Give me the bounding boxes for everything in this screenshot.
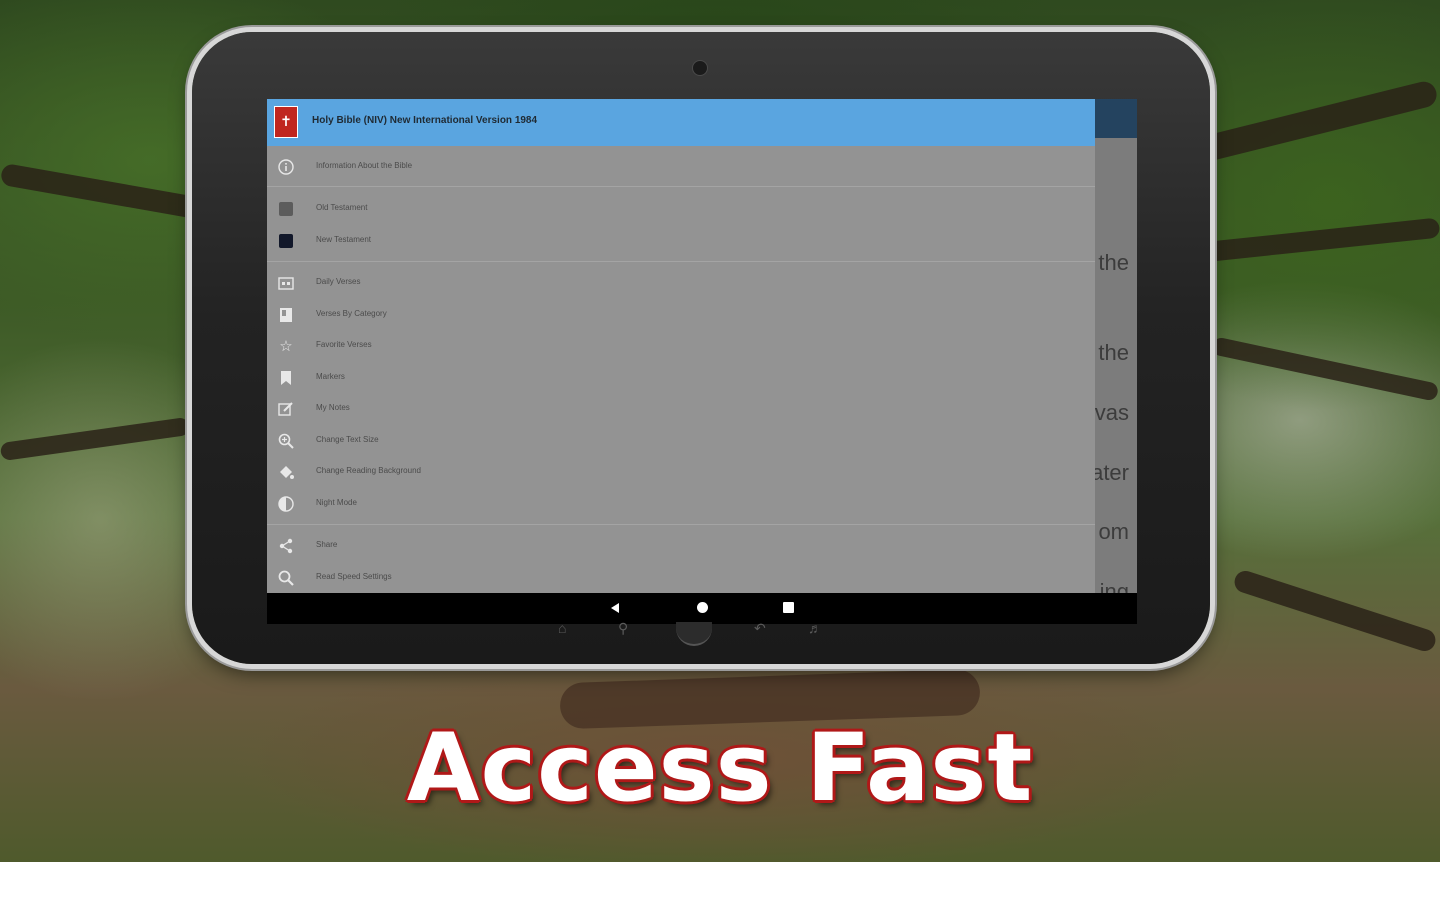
menu-divider xyxy=(267,524,1095,525)
share-icon xyxy=(277,537,295,555)
paint-icon xyxy=(277,463,295,481)
menu-item-label: Night Mode xyxy=(316,498,357,507)
menu-item-change-reading-background[interactable]: Change Reading Background xyxy=(267,458,1095,486)
menu-item-change-text-size[interactable]: Change Text Size xyxy=(267,427,1095,455)
menu-item-favorite-verses[interactable]: ☆ Favorite Verses xyxy=(267,332,1095,360)
menu-item-label: Information About the Bible xyxy=(316,161,413,170)
menu-item-label: Daily Verses xyxy=(316,277,361,286)
reader-text-fragment: ater xyxy=(1091,460,1129,485)
book-dark-icon xyxy=(277,232,295,250)
tree-branch xyxy=(0,162,201,220)
drawer-title: Holy Bible (NIV) New International Versi… xyxy=(312,115,538,126)
star-icon: ☆ xyxy=(279,338,293,355)
hardware-volume-icon: ♬ xyxy=(808,620,822,636)
menu-item-daily-verses[interactable]: Daily Verses xyxy=(267,269,1095,297)
menu-divider xyxy=(267,186,1095,187)
menu-item-label: Share xyxy=(316,540,338,549)
tree-branch xyxy=(1210,336,1440,402)
menu-item-label: Old Testament xyxy=(316,203,368,212)
info-icon xyxy=(277,158,295,176)
menu-item-label: New Testament xyxy=(316,235,371,244)
menu-item-my-notes[interactable]: My Notes xyxy=(267,395,1095,423)
reader-text-fragment: vas xyxy=(1094,400,1129,425)
promo-headline: Access Fast xyxy=(406,714,1034,823)
menu-item-verses-by-category[interactable]: Verses By Category xyxy=(267,301,1095,329)
hardware-search-icon: ⚲ xyxy=(618,620,629,636)
tree-branch xyxy=(1199,217,1440,263)
menu-item-old-testament[interactable]: Old Testament xyxy=(267,195,1095,223)
menu-item-label: Favorite Verses xyxy=(316,340,372,349)
reader-text-fragment: om xyxy=(1098,519,1129,544)
menu-item-label: Change Text Size xyxy=(316,435,379,444)
reader-text-area: the the vas ater om ing xyxy=(1091,138,1137,604)
book-gray-icon xyxy=(277,200,295,218)
menu-item-label: My Notes xyxy=(316,403,350,412)
bookmark-icon xyxy=(277,369,295,387)
calendar-icon xyxy=(277,274,295,292)
menu-item-label: Change Reading Background xyxy=(316,466,421,475)
tablet-screen: the the vas ater om ing ✝ Holy Bible (NI… xyxy=(267,99,1137,624)
bible-logo-icon: ✝ xyxy=(274,106,298,138)
menu-item-share[interactable]: Share xyxy=(267,532,1095,560)
menu-item-new-testament[interactable]: New Testament xyxy=(267,227,1095,255)
hardware-back-icon: ↶ xyxy=(754,620,766,636)
drawer-header: ✝ Holy Bible (NIV) New International Ver… xyxy=(267,99,1095,146)
zoom-icon xyxy=(277,432,295,450)
camera-icon xyxy=(692,60,708,76)
reader-text-fragment: the xyxy=(1098,250,1129,275)
menu-item-label: Read Speed Settings xyxy=(316,572,392,581)
hardware-home-icon: ⌂ xyxy=(558,620,567,636)
menu-item-markers[interactable]: Markers xyxy=(267,364,1095,392)
recent-apps-icon[interactable] xyxy=(783,602,794,613)
menu-item-night-mode[interactable]: Night Mode xyxy=(267,490,1095,518)
navigation-drawer: ✝ Holy Bible (NIV) New International Ver… xyxy=(267,99,1095,593)
menu-item-label: Markers xyxy=(316,372,345,381)
night-icon xyxy=(277,495,295,513)
tree-branch xyxy=(1231,568,1439,654)
edit-icon xyxy=(277,400,295,418)
tree-branch xyxy=(1180,78,1440,168)
app-bar xyxy=(1095,99,1137,138)
menu-item-information[interactable]: Information About the Bible xyxy=(267,153,1095,181)
back-icon[interactable] xyxy=(611,603,619,613)
category-icon xyxy=(277,306,295,324)
search-icon xyxy=(277,569,295,587)
home-icon[interactable] xyxy=(697,602,708,613)
menu-divider xyxy=(267,261,1095,262)
android-nav-bar xyxy=(267,593,1137,624)
tree-branch xyxy=(0,416,191,462)
reader-text-fragment: the xyxy=(1098,340,1129,365)
menu-item-label: Verses By Category xyxy=(316,309,387,318)
menu-item-read-speed-settings[interactable]: Read Speed Settings xyxy=(267,564,1095,592)
